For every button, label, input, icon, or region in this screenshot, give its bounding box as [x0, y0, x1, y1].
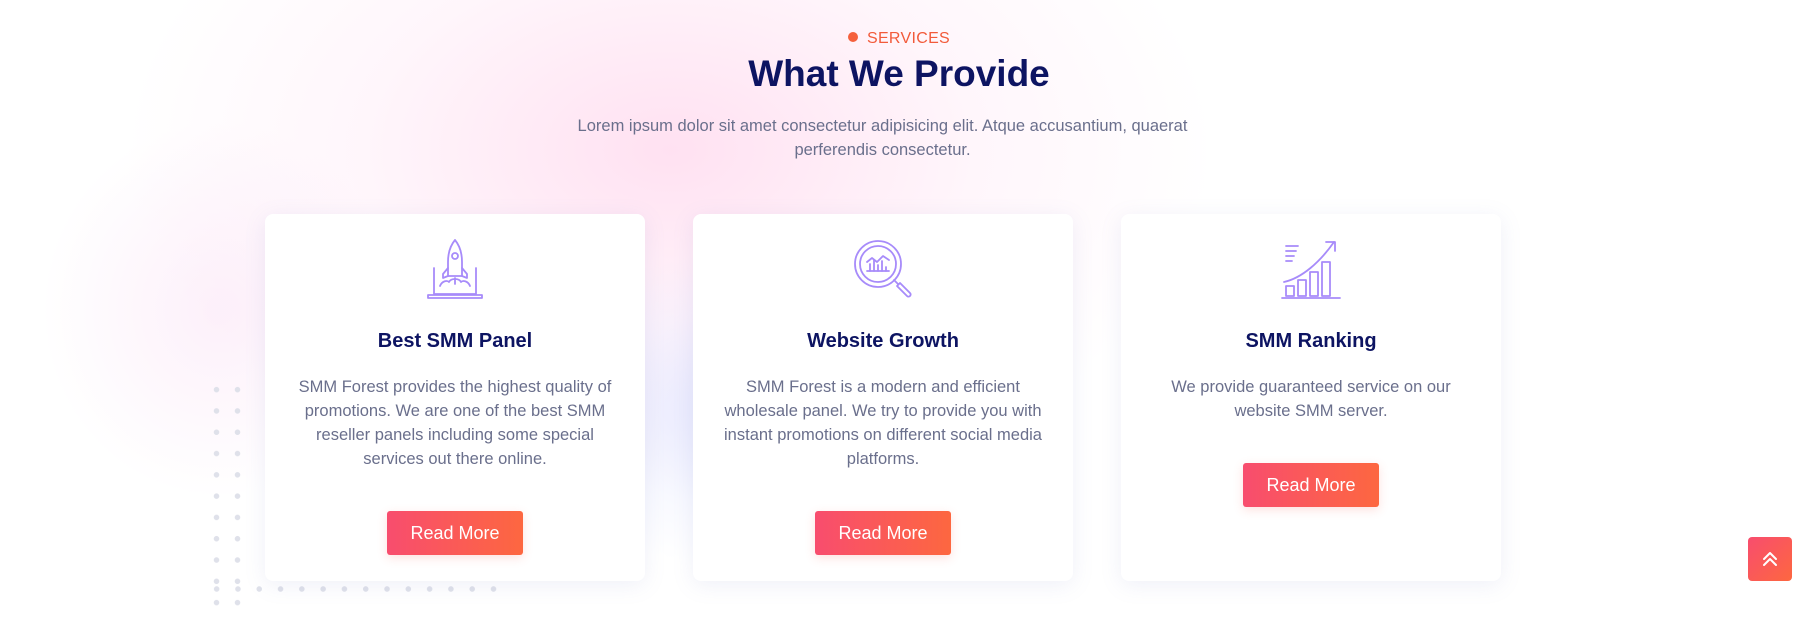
card-description: SMM Forest provides the highest quality … [298, 378, 612, 468]
magnifier-chart-icon [854, 240, 912, 298]
read-more-button[interactable]: Read More [1243, 463, 1379, 507]
decorative-dot-grid [206, 379, 248, 617]
decorative-dot-row [206, 583, 506, 595]
section-eyebrow: SERVICES [0, 30, 1798, 48]
service-card-best-smm-panel: Best SMM Panel SMM Forest provides the h… [265, 214, 645, 581]
card-title: Best SMM Panel [377, 330, 533, 352]
double-chevron-up-icon [1763, 552, 1777, 566]
eyebrow-dot-icon [847, 32, 858, 42]
eyebrow-label: SERVICES [866, 30, 951, 47]
section-title: What We Provide [748, 53, 1050, 94]
growth-chart-icon [1281, 241, 1341, 299]
scroll-to-top-button[interactable] [1748, 537, 1792, 581]
card-title: SMM Ranking [1245, 330, 1377, 352]
service-card-smm-ranking: SMM Ranking We provide guaranteed servic… [1121, 214, 1501, 581]
card-description: We provide guaranteed service on our web… [1171, 378, 1451, 420]
read-more-button[interactable]: Read More [815, 511, 951, 555]
section-subtitle: Lorem ipsum dolor sit amet consectetur a… [577, 117, 1188, 159]
rocket-laptop-icon [427, 239, 483, 299]
service-card-website-growth: Website Growth SMM Forest is a modern an… [693, 214, 1073, 581]
read-more-button[interactable]: Read More [387, 511, 523, 555]
card-title: Website Growth [807, 330, 959, 352]
services-section: SERVICES What We Provide Lorem ipsum dol… [0, 0, 1798, 617]
card-description: SMM Forest is a modern and efficient who… [724, 378, 1042, 468]
